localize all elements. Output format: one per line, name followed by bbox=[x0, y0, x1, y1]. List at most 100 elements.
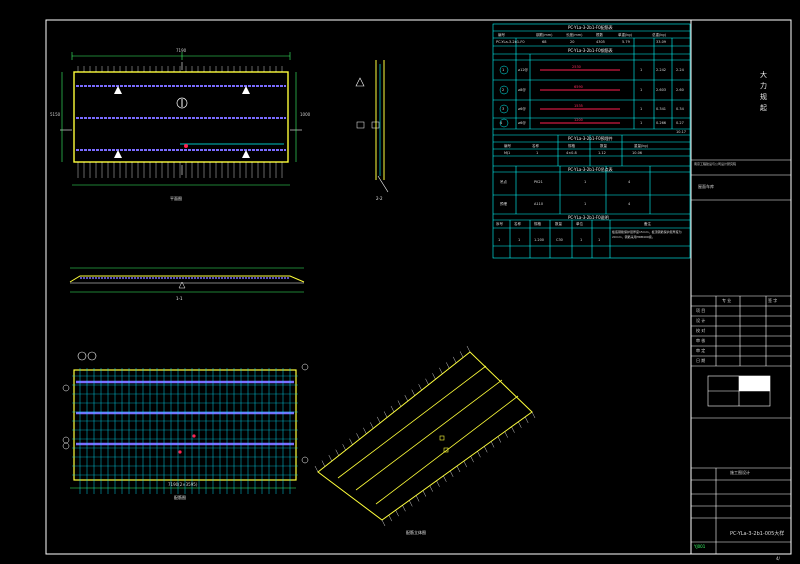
t2-row-0-t: 2.24 bbox=[676, 68, 684, 72]
t1-cell-3: 4305 bbox=[596, 40, 605, 44]
t3-cell-4: 10.06 bbox=[632, 151, 643, 155]
plan-name: 施工图设计 bbox=[730, 470, 750, 475]
rebar-stroke bbox=[446, 362, 450, 369]
rebar-stroke bbox=[453, 356, 457, 363]
rebar-stroke bbox=[390, 405, 395, 413]
t2-row-3-t: 0.27 bbox=[676, 121, 684, 125]
rebar-stroke bbox=[484, 446, 488, 453]
section-1-1 bbox=[69, 267, 305, 293]
t2-row-2-dia: ⌀6@ bbox=[518, 107, 526, 111]
rebar-stroke bbox=[456, 465, 461, 473]
t2-row-2-n: 1 bbox=[640, 107, 643, 111]
rebar-stroke bbox=[477, 451, 481, 458]
t2-row-1-t: 2.60 bbox=[676, 88, 684, 92]
t4-row-0-0: 吊点 bbox=[500, 180, 507, 184]
t2-row-0-dia: ⌀12@ bbox=[518, 68, 529, 72]
rebar-stroke bbox=[459, 351, 464, 358]
rebar-stroke bbox=[418, 384, 422, 391]
rebar-stroke bbox=[425, 378, 429, 385]
plan-top-title: 平面图 bbox=[170, 196, 182, 201]
t3-cell-1: 1 bbox=[536, 151, 539, 155]
rebar-stroke bbox=[504, 431, 508, 438]
t1-header-2: 长度(mm) bbox=[566, 33, 583, 37]
t5-cell-1: 1 bbox=[518, 238, 521, 242]
t3-cell-2: 4×0.8 bbox=[566, 151, 577, 155]
rebar-stroke bbox=[363, 427, 367, 434]
t2-row-3-len: 1200 bbox=[574, 118, 583, 122]
rebar-stroke bbox=[450, 470, 454, 477]
t2-row-0-id: 1 bbox=[502, 68, 505, 72]
t2-row-3-dia: ⌀6@ bbox=[518, 121, 526, 125]
t4-row-1-0: 预埋 bbox=[500, 202, 507, 206]
rebar-stroke bbox=[466, 345, 471, 353]
t2-row-3-n: 1 bbox=[640, 121, 643, 125]
rebar-stroke bbox=[402, 505, 406, 512]
rebar-plan bbox=[62, 351, 309, 489]
tb-row-4: 审 定 bbox=[696, 348, 706, 353]
t3-header-1: 名称 bbox=[532, 144, 539, 148]
t2-row-2-len: 1535 bbox=[574, 104, 583, 108]
rebar-stroke bbox=[409, 500, 413, 507]
rebar-stroke bbox=[370, 422, 374, 429]
project-name: 屋面车库 bbox=[698, 184, 714, 189]
tb-row-1: 设 计 bbox=[696, 318, 706, 323]
t5-header-2: 规格 bbox=[534, 222, 541, 226]
rebar-stroke bbox=[439, 367, 443, 374]
axon-title: 配筋立体图 bbox=[406, 530, 426, 535]
t1-header-0: 编号 bbox=[498, 33, 505, 37]
t3-header-3: 数量 bbox=[600, 144, 607, 148]
t4-row-1-3: 4 bbox=[628, 202, 631, 206]
rebar-stroke bbox=[388, 515, 392, 522]
rebar-stroke bbox=[436, 480, 440, 487]
t1-header-4: 单重(kg) bbox=[618, 33, 632, 37]
rebar-stroke bbox=[432, 373, 436, 380]
rebar-stroke bbox=[377, 416, 381, 423]
t3-cell-3: 1.12 bbox=[598, 151, 606, 155]
t5-note: 板底钢筋保护层厚度15mm，板顶钢筋保护层厚度为20mm，钢筋采用HRB400级… bbox=[612, 230, 682, 239]
triangle-marker-icon bbox=[114, 86, 122, 94]
t5-cell-2: 1.200 bbox=[534, 238, 545, 242]
rebar-stroke bbox=[463, 461, 467, 468]
t2-row-0-w: 2.242 bbox=[656, 68, 667, 72]
title-black-cell bbox=[739, 376, 770, 391]
rebar-plan-title: 配筋图 bbox=[174, 495, 186, 500]
tb-row-5: 日 期 bbox=[696, 358, 706, 363]
rebar-stroke bbox=[490, 441, 495, 448]
t2-row-1-len: 6590 bbox=[574, 85, 583, 89]
t2-row-0-len: 2530 bbox=[572, 65, 581, 69]
t5-header-3: 数量 bbox=[555, 222, 562, 226]
rebar-stroke bbox=[397, 400, 402, 407]
owner-note: 南京工程建设与公司设计研究院 bbox=[694, 162, 737, 166]
drawing-sheet bbox=[45, 19, 792, 555]
t5-header-1: 名称 bbox=[514, 222, 521, 226]
t3-header-4: 重量(kg) bbox=[634, 144, 648, 148]
rebar-stroke bbox=[321, 460, 326, 467]
t2-row-2-id: 3 bbox=[502, 107, 505, 111]
t2-row-1-n: 1 bbox=[640, 88, 643, 92]
t2-total: 10.17 bbox=[676, 130, 687, 134]
t2-row-3-id: 4 bbox=[500, 121, 503, 125]
dim-bottom-total: 7190(2×3595) bbox=[168, 482, 198, 487]
title-block bbox=[691, 159, 791, 554]
t2-row-2-w: 0.341 bbox=[656, 107, 667, 111]
rebar-grid bbox=[72, 368, 298, 494]
t1-header-5: 总重(kg) bbox=[652, 33, 666, 37]
t5-cell-0: 1 bbox=[498, 238, 501, 242]
t3-header-0: 编号 bbox=[504, 144, 511, 148]
t5-header-0: 序号 bbox=[496, 222, 503, 226]
t1-cell-4: 5.79 bbox=[622, 40, 630, 44]
rebar-stroke bbox=[415, 495, 420, 502]
rebar-stroke bbox=[531, 411, 536, 419]
company-logo-text: 大 力 规 起 bbox=[760, 71, 767, 112]
t5-cell-3: C30 bbox=[556, 238, 563, 242]
page-number: 4/ bbox=[776, 556, 780, 561]
rebar-stroke bbox=[470, 456, 474, 463]
t1-header-1: 钢筋(mm) bbox=[536, 33, 553, 37]
tb-row-2: 校 对 bbox=[696, 328, 706, 333]
t4-row-0-2: 1 bbox=[584, 180, 587, 184]
rebar-stroke bbox=[422, 490, 427, 497]
rebar-stroke bbox=[356, 433, 360, 440]
sheet-code: PC-YLa-3-2b1-005大样 bbox=[730, 531, 785, 537]
t2-row-1-w: 2.603 bbox=[656, 88, 667, 92]
rebar-stroke bbox=[381, 519, 386, 527]
